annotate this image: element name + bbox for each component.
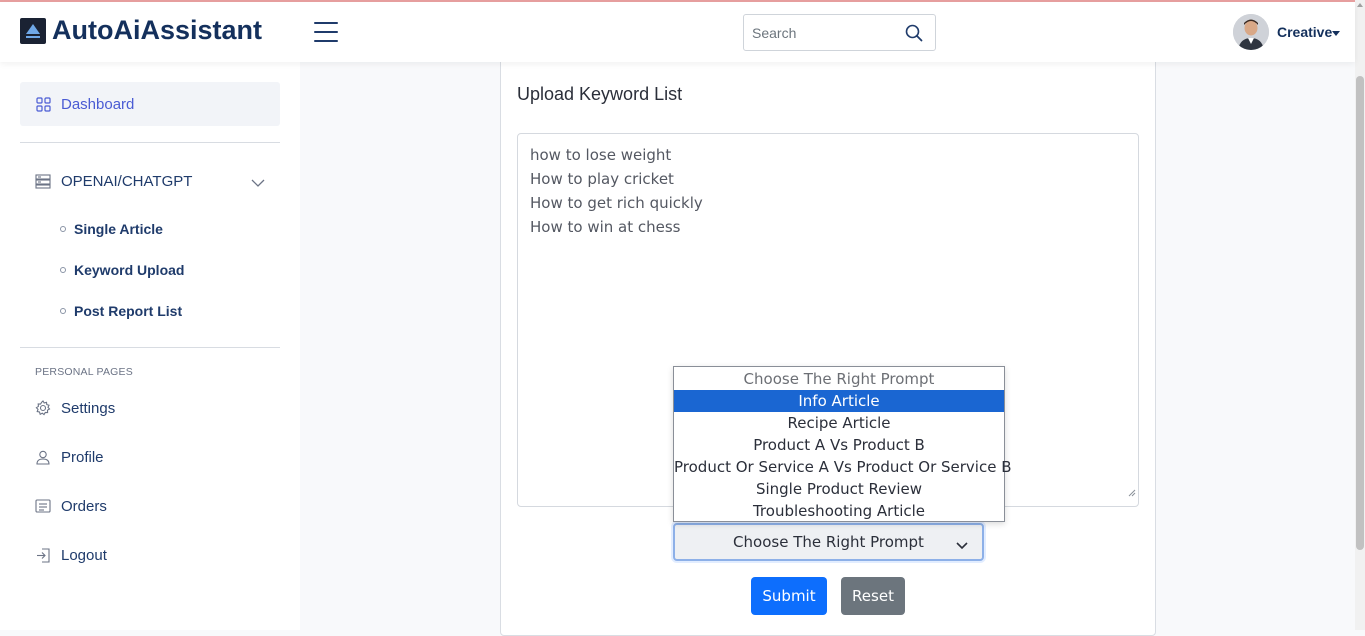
user-menu-caret-icon[interactable] — [1332, 31, 1340, 36]
search-icon[interactable] — [905, 24, 923, 47]
sidebar-divider — [20, 142, 280, 143]
bullet-icon — [60, 226, 66, 232]
search-input[interactable] — [752, 23, 897, 43]
keyword-upload-card: Upload Keyword List how to lose weight H… — [500, 56, 1156, 636]
sidebar-item-settings[interactable]: Settings — [20, 386, 280, 430]
chevron-down-icon — [956, 537, 968, 555]
sidebar-subitem-keyword-upload[interactable]: Keyword Upload — [60, 259, 184, 281]
sidebar-subitem-single-article[interactable]: Single Article — [60, 218, 163, 240]
sidebar-subitem-label: Post Report List — [74, 303, 183, 319]
brand-name[interactable]: AutoAiAssistant — [52, 15, 262, 46]
prompt-select-value: Choose The Right Prompt — [733, 533, 924, 551]
keyword-line: How to play cricket — [530, 170, 674, 188]
logout-icon — [35, 547, 51, 563]
sidebar-divider — [20, 347, 280, 348]
user-avatar[interactable] — [1233, 14, 1269, 50]
grid-icon — [35, 96, 51, 112]
sidebar-section-label: PERSONAL PAGES — [35, 366, 133, 378]
prompt-option-highlighted[interactable]: Info Article — [674, 390, 1004, 412]
sidebar-item-logout[interactable]: Logout — [20, 533, 280, 577]
top-navbar: AutoAiAssistant Creative — [0, 2, 1355, 62]
sidebar-subitem-post-report-list[interactable]: Post Report List — [60, 300, 182, 322]
server-icon — [35, 173, 51, 189]
sidebar-item-label: Settings — [61, 399, 116, 417]
sidebar-subitem-label: Single Article — [74, 221, 163, 237]
keyword-line: How to get rich quickly — [530, 194, 703, 212]
scrollbar-thumb[interactable] — [1356, 76, 1364, 550]
sidebar-group-label: OPENAI/CHATGPT — [61, 172, 193, 190]
keyword-line: how to lose weight — [530, 146, 672, 164]
list-icon — [35, 498, 51, 514]
bullet-icon — [60, 267, 66, 273]
gear-icon — [35, 400, 51, 416]
menu-toggle-icon[interactable] — [314, 22, 338, 42]
prompt-option[interactable]: Product Or Service A Vs Product Or Servi… — [674, 456, 1012, 478]
keyword-line: How to win at chess — [530, 218, 681, 236]
user-menu-label[interactable]: Creative — [1277, 24, 1332, 40]
logo-icon[interactable] — [20, 18, 46, 44]
page-scrollbar[interactable] — [1355, 0, 1365, 630]
resize-handle-icon[interactable] — [1128, 480, 1136, 504]
sidebar-group-openai[interactable]: OPENAI/CHATGPT — [20, 159, 280, 203]
chevron-down-icon[interactable] — [251, 175, 265, 193]
sidebar-item-label: Dashboard — [61, 95, 135, 113]
user-icon — [35, 449, 51, 465]
sidebar-item-label: Profile — [61, 448, 104, 466]
prompt-option[interactable]: Troubleshooting Article — [674, 500, 1004, 522]
sidebar-item-orders[interactable]: Orders — [20, 484, 280, 528]
card-title: Upload Keyword List — [517, 84, 683, 104]
prompt-option[interactable]: Choose The Right Prompt — [674, 368, 1004, 390]
sidebar-item-profile[interactable]: Profile — [20, 435, 280, 479]
search-box — [743, 14, 936, 51]
prompt-select[interactable]: Choose The Right Prompt — [673, 523, 984, 561]
scroll-up-arrow-icon[interactable] — [1357, 3, 1363, 7]
sidebar-item-label: Logout — [61, 546, 107, 564]
sidebar: Dashboard OPENAI/CHATGPT Single Article … — [0, 62, 300, 630]
main-content: Upload Keyword List how to lose weight H… — [300, 56, 1355, 636]
bullet-icon — [60, 308, 66, 314]
reset-button[interactable]: Reset — [841, 577, 905, 615]
prompt-options-dropdown: Choose The Right Prompt Info Article Rec… — [673, 366, 1012, 522]
sidebar-item-dashboard[interactable]: Dashboard — [20, 82, 280, 126]
prompt-option[interactable]: Single Product Review — [674, 478, 1004, 500]
sidebar-subitem-label: Keyword Upload — [74, 262, 185, 278]
submit-button[interactable]: Submit — [751, 577, 827, 615]
sidebar-item-label: Orders — [61, 497, 107, 515]
prompt-option[interactable]: Product A Vs Product B — [674, 434, 1004, 456]
prompt-option[interactable]: Recipe Article — [674, 412, 1004, 434]
